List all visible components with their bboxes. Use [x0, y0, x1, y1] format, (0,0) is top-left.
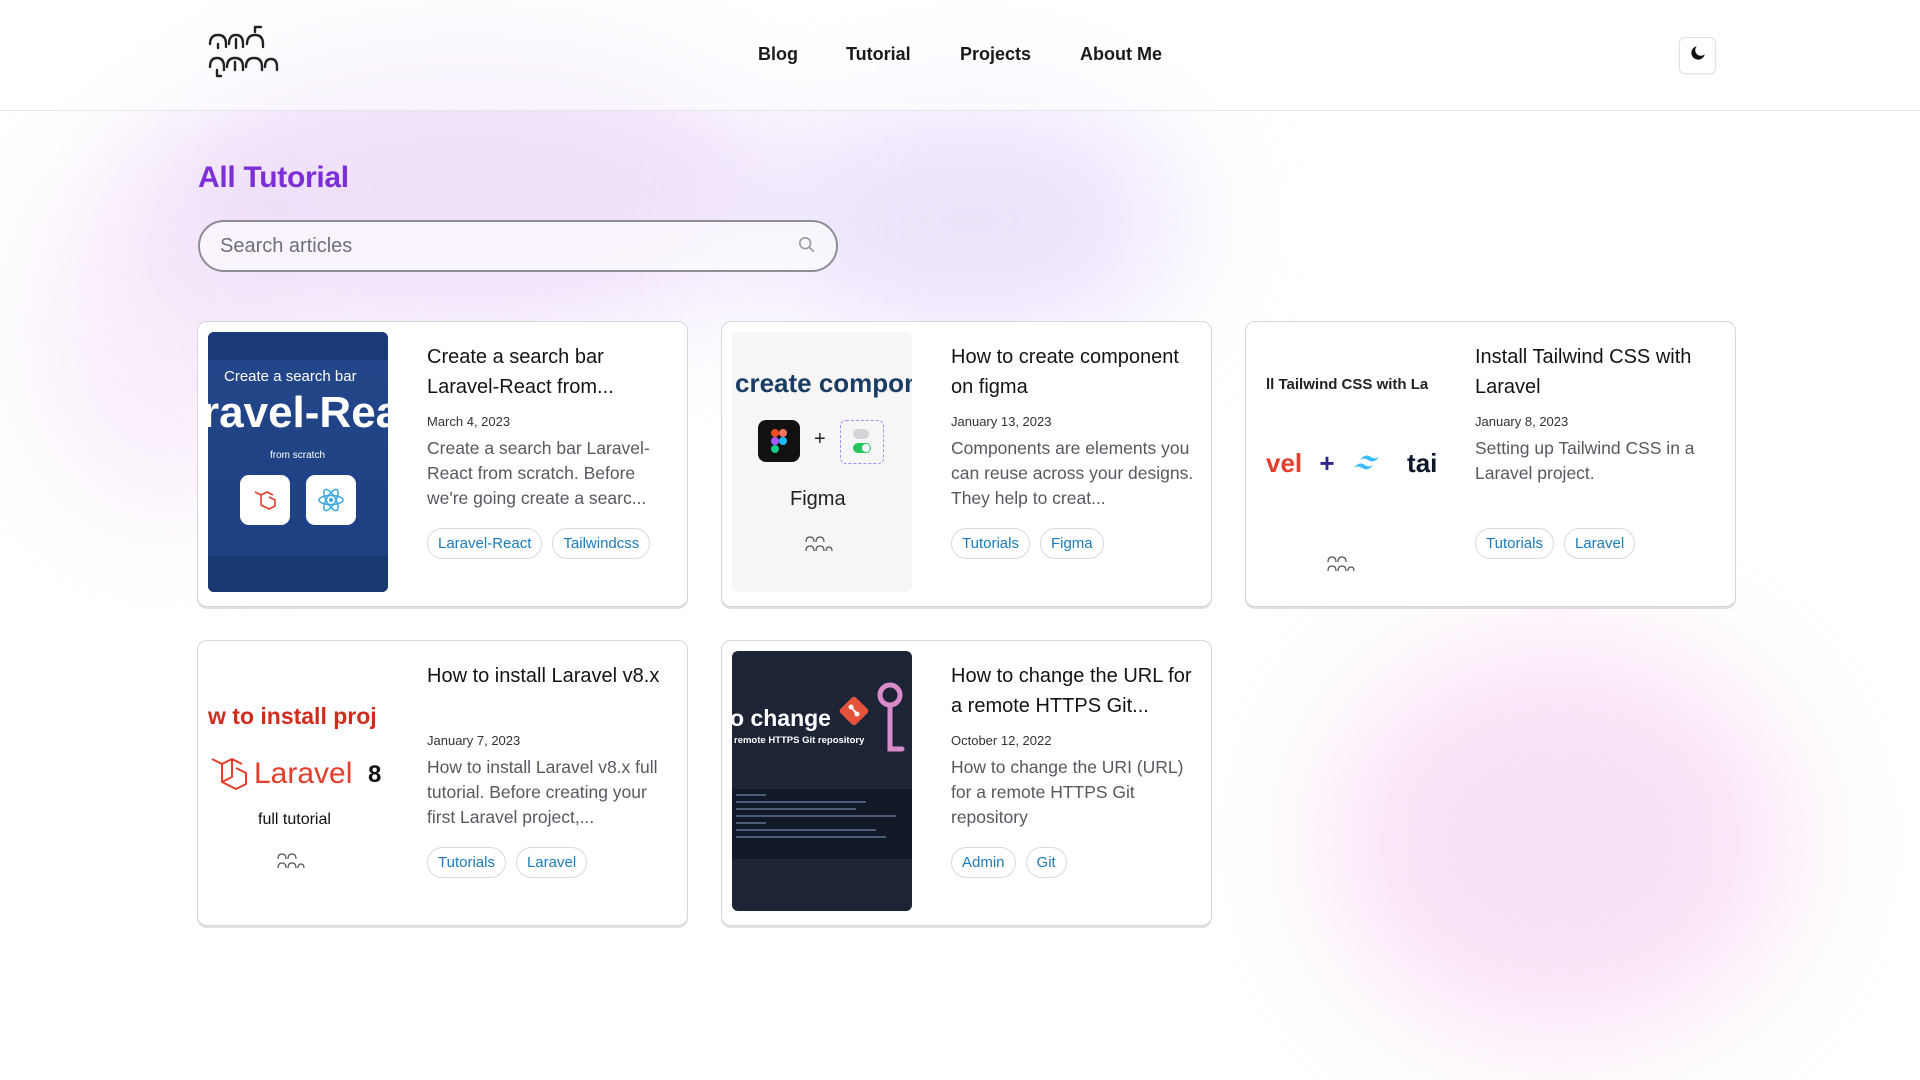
- mini-logo-icon: [804, 534, 840, 559]
- tag-tutorials[interactable]: Tutorials: [951, 528, 1030, 559]
- tag-git[interactable]: Git: [1025, 847, 1067, 878]
- laravel-logo-icon: [208, 753, 248, 802]
- thumbnail-heading: ll Tailwind CSS with La: [1266, 376, 1429, 393]
- tag-laravel[interactable]: Laravel: [515, 847, 588, 878]
- laravel-logo-icon: [240, 475, 290, 525]
- article-tags: Admin Git: [951, 847, 1196, 878]
- tag-figma[interactable]: Figma: [1039, 528, 1104, 559]
- thumbnail-caption: Create a search bar: [224, 368, 357, 385]
- thumbnail-heading: o change: [732, 705, 831, 731]
- article-thumbnail[interactable]: Create a search bar ravel-Rea from scrat…: [208, 332, 388, 592]
- article-title[interactable]: Create a search bar Laravel-React from..…: [427, 342, 672, 402]
- page-title: All Tutorial: [198, 161, 349, 194]
- main-nav: Blog Tutorial Projects About Me: [0, 44, 1920, 68]
- thumbnail-logos: vel + tai: [1266, 448, 1436, 481]
- article-excerpt: Components are elements you can reuse ac…: [951, 438, 1194, 508]
- figma-logo-icon: [758, 420, 800, 462]
- article-title[interactable]: Install Tailwind CSS with Laravel: [1475, 342, 1720, 402]
- thumbnail-subcaption: remote HTTPS Git repository: [734, 735, 865, 746]
- thumbnail-subcaption: from scratch: [270, 450, 326, 461]
- article-date: October 12, 2022: [951, 733, 1052, 748]
- mini-logo-icon: [1326, 554, 1362, 579]
- article-tags: Tutorials Laravel: [1475, 528, 1720, 559]
- thumbnail-heading: ravel-Rea: [208, 388, 388, 437]
- article-date: January 13, 2023: [951, 414, 1052, 429]
- thumbnail-version: 8: [368, 761, 382, 788]
- theme-toggle-button[interactable]: [1679, 37, 1716, 74]
- tailwind-logo-icon: [1350, 450, 1392, 481]
- plus-icon: +: [814, 428, 826, 450]
- article-card[interactable]: w to install proj Laravel 8 full tutoria…: [197, 640, 688, 926]
- article-tags: Laravel-React Tailwindcss: [427, 528, 672, 559]
- search-bar: [198, 220, 838, 272]
- article-title[interactable]: How to change the URL for a remote HTTPS…: [951, 661, 1196, 721]
- search-input[interactable]: [220, 234, 780, 258]
- article-date: March 4, 2023: [427, 414, 511, 429]
- tag-laravel[interactable]: Laravel: [1563, 528, 1636, 559]
- article-tags: Tutorials Figma: [951, 528, 1196, 559]
- article-excerpt: How to change the URI (URL) for a remote…: [951, 757, 1184, 827]
- article-excerpt: Create a search bar Laravel-React from s…: [427, 438, 650, 508]
- article-card[interactable]: Create a search bar ravel-Rea from scrat…: [197, 321, 688, 607]
- article-thumbnail[interactable]: o change remote HTTPS Git repository: [732, 651, 912, 911]
- terminal-preview: [732, 789, 912, 859]
- article-date: January 8, 2023: [1475, 414, 1569, 429]
- article-title[interactable]: How to install Laravel v8.x: [427, 661, 672, 721]
- article-card[interactable]: o change remote HTTPS Git repository How…: [721, 640, 1212, 926]
- mini-logo-icon: [276, 851, 312, 876]
- article-thumbnail[interactable]: ll Tailwind CSS with La vel + tai: [1256, 332, 1436, 592]
- article-card[interactable]: ll Tailwind CSS with La vel + tai Instal…: [1245, 321, 1736, 607]
- tag-tutorials[interactable]: Tutorials: [1475, 528, 1554, 559]
- git-branch-icon: [874, 681, 910, 766]
- article-title[interactable]: How to create component on figma: [951, 342, 1196, 402]
- git-logo-icon: [836, 693, 872, 734]
- nav-about-me[interactable]: About Me: [1080, 44, 1162, 65]
- thumbnail-label: Figma: [790, 488, 846, 510]
- thumbnail-title: Laravel: [254, 757, 353, 790]
- site-header: Blog Tutorial Projects About Me: [0, 0, 1920, 111]
- tag-laravel-react[interactable]: Laravel-React: [427, 528, 543, 559]
- thumbnail-heading: w to install proj: [208, 703, 377, 729]
- tag-tutorials[interactable]: Tutorials: [427, 847, 506, 878]
- article-card[interactable]: create compon + Figma How to create comp…: [721, 321, 1212, 607]
- nav-blog[interactable]: Blog: [758, 44, 798, 65]
- article-date: January 7, 2023: [427, 733, 521, 748]
- search-icon[interactable]: [798, 236, 816, 259]
- tag-admin[interactable]: Admin: [951, 847, 1016, 878]
- article-thumbnail[interactable]: w to install proj Laravel 8 full tutoria…: [208, 651, 388, 911]
- react-logo-icon: [306, 475, 356, 525]
- nav-projects[interactable]: Projects: [960, 44, 1031, 65]
- thumbnail-heading: create compon: [735, 368, 912, 398]
- article-excerpt: How to install Laravel v8.x full tutoria…: [427, 757, 658, 827]
- moon-icon: [1689, 44, 1707, 67]
- thumbnail-caption: full tutorial: [258, 811, 331, 828]
- tag-tailwindcss[interactable]: Tailwindcss: [552, 528, 651, 559]
- article-excerpt: Setting up Tailwind CSS in a Laravel pro…: [1475, 438, 1695, 483]
- nav-tutorial[interactable]: Tutorial: [846, 44, 911, 65]
- article-tags: Tutorials Laravel: [427, 847, 672, 878]
- article-thumbnail[interactable]: create compon + Figma: [732, 332, 912, 592]
- component-toggle-icon: [840, 420, 884, 464]
